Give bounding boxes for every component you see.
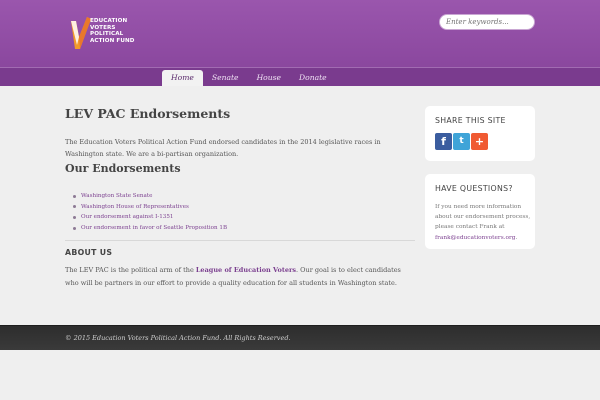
share-widget: SHARE THIS SITE f t + — [425, 106, 535, 161]
questions-text: If you need more information about our e… — [435, 202, 531, 243]
bullet-icon — [73, 215, 76, 219]
search-input[interactable] — [439, 14, 535, 30]
addthis-plus-icon[interactable]: + — [471, 133, 488, 150]
link-i-1351[interactable]: Our endorsement against I-1351 — [81, 214, 173, 220]
nav-item-home[interactable]: Home — [162, 70, 203, 86]
nav-item-house[interactable]: House — [248, 70, 290, 86]
copyright-text: © 2015 Education Voters Political Action… — [65, 334, 291, 342]
page-title: LEV PAC Endorsements — [65, 106, 231, 121]
list-item: Washington House of Representatives — [73, 202, 227, 213]
link-state-house[interactable]: Washington House of Representatives — [81, 204, 189, 210]
logo-text: EDUCATION VOTERS POLITICAL ACTION FUND — [90, 18, 135, 44]
list-item: Our endorsement against I-1351 — [73, 212, 227, 223]
questions-body: If you need more information about our e… — [435, 204, 531, 231]
checkmark-logo-icon — [71, 17, 91, 49]
twitter-icon[interactable]: t — [453, 133, 470, 150]
section-divider — [65, 240, 415, 241]
league-link[interactable]: League of Education Voters — [196, 266, 296, 274]
endorsement-list: Washington State Senate Washington House… — [73, 191, 227, 233]
share-icons: f t + — [435, 133, 488, 150]
questions-title: HAVE QUESTIONS? — [435, 184, 513, 193]
bullet-icon — [73, 194, 76, 198]
link-state-senate[interactable]: Washington State Senate — [81, 193, 152, 199]
nav-item-donate[interactable]: Donate — [290, 70, 336, 86]
contact-email-link[interactable]: frank@educationvoters.org — [435, 235, 516, 241]
intro-paragraph: The Education Voters Political Action Fu… — [65, 138, 381, 158]
about-heading: ABOUT US — [65, 248, 113, 257]
facebook-icon[interactable]: f — [435, 133, 452, 150]
bullet-icon — [73, 226, 76, 230]
main-nav: Home Senate House Donate — [162, 70, 336, 86]
about-paragraph: The LEV PAC is the political arm of the … — [65, 264, 415, 289]
endorsements-heading: Our Endorsements — [65, 162, 181, 175]
about-text-start: The LEV PAC is the political arm of the — [65, 266, 196, 274]
site-logo[interactable]: EDUCATION VOTERS POLITICAL ACTION FUND — [70, 15, 170, 55]
site-footer: © 2015 Education Voters Political Action… — [0, 325, 600, 350]
main-content: LEV PAC Endorsements The Education Voter… — [55, 98, 415, 290]
nav-item-senate[interactable]: Senate — [203, 70, 248, 86]
questions-end: . — [515, 234, 518, 241]
bullet-icon — [73, 205, 76, 209]
link-prop-1b[interactable]: Our endorsement in favor of Seattle Prop… — [81, 225, 227, 231]
list-item: Our endorsement in favor of Seattle Prop… — [73, 223, 227, 234]
share-title: SHARE THIS SITE — [435, 116, 506, 125]
list-item: Washington State Senate — [73, 191, 227, 202]
questions-widget: HAVE QUESTIONS? If you need more informa… — [425, 174, 535, 249]
